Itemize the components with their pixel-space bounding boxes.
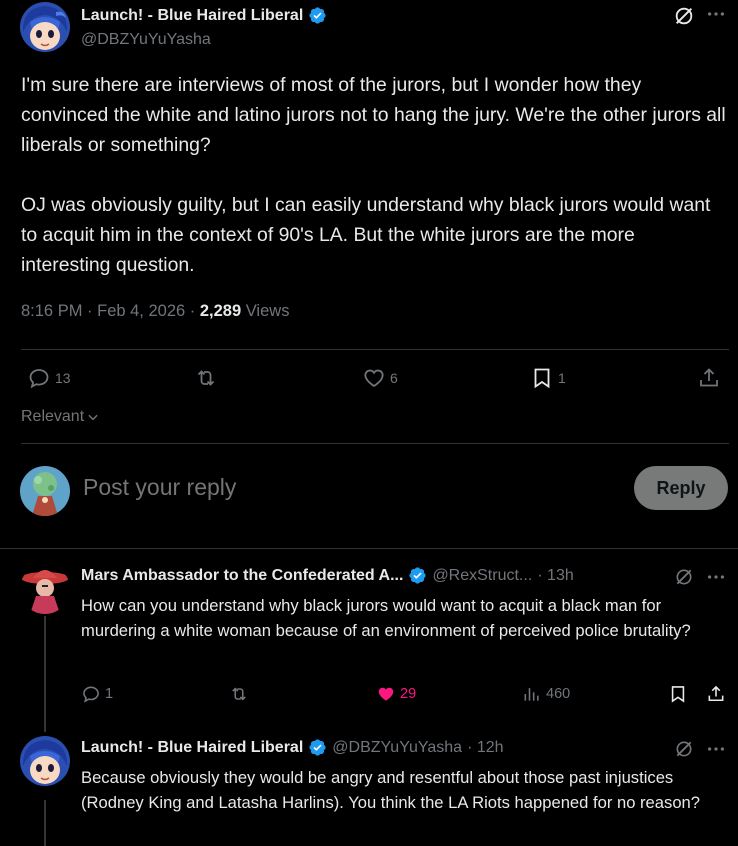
current-user-avatar[interactable] bbox=[20, 466, 70, 516]
share-action[interactable] bbox=[706, 684, 726, 704]
like-count: 29 bbox=[400, 686, 417, 702]
tweet-paragraph-1: I'm sure there are interviews of most of… bbox=[21, 74, 726, 156]
reply-action[interactable]: 1 bbox=[81, 684, 113, 704]
reply-author-name[interactable]: Mars Ambassador to the Confederated A... bbox=[81, 567, 403, 585]
reply-avatar[interactable] bbox=[20, 564, 70, 614]
heart-icon bbox=[378, 687, 394, 701]
bookmark-icon bbox=[534, 368, 550, 389]
views-action[interactable]: 460 bbox=[522, 684, 570, 704]
sort-replies-dropdown[interactable]: Relevant bbox=[21, 408, 100, 426]
thread-line bbox=[44, 616, 46, 732]
reply-author-name[interactable]: Launch! - Blue Haired Liberal bbox=[81, 739, 303, 757]
verified-badge-icon bbox=[309, 7, 326, 24]
grok-icon[interactable] bbox=[674, 567, 694, 587]
divider bbox=[21, 349, 729, 350]
more-options-icon[interactable] bbox=[705, 738, 727, 760]
chevron-down-icon bbox=[88, 414, 98, 421]
tweet-timestamp[interactable]: 8:16 PM · Feb 4, 2026 · bbox=[21, 302, 200, 320]
views-label: Views bbox=[241, 302, 290, 320]
bookmark-action[interactable] bbox=[668, 684, 688, 704]
grok-icon[interactable] bbox=[673, 5, 695, 27]
author-name-row[interactable]: Launch! - Blue Haired Liberal bbox=[81, 6, 327, 25]
grok-icon[interactable] bbox=[674, 739, 694, 759]
author-handle[interactable]: @DBZYuYuYasha bbox=[81, 31, 211, 49]
share-icon bbox=[708, 685, 724, 702]
reply-count: 13 bbox=[55, 370, 71, 386]
tweet-text: I'm sure there are interviews of most of… bbox=[21, 70, 726, 280]
repost-action[interactable] bbox=[229, 684, 249, 704]
bookmark-action[interactable]: 1 bbox=[530, 366, 566, 390]
reply-header: Launch! - Blue Haired Liberal @DBZYuYuYa… bbox=[81, 738, 504, 757]
tweet-paragraph-2: OJ was obviously guilty, but I can easil… bbox=[21, 194, 711, 276]
more-options-icon[interactable] bbox=[705, 566, 727, 588]
share-action[interactable] bbox=[697, 366, 721, 390]
reply-time[interactable]: · 13h bbox=[537, 567, 573, 585]
author-name[interactable]: Launch! - Blue Haired Liberal bbox=[81, 7, 303, 25]
reply-text: Because obviously they would be angry an… bbox=[81, 768, 700, 812]
divider bbox=[0, 548, 738, 549]
repost-icon bbox=[232, 687, 246, 701]
reply-author-handle[interactable]: @DBZYuYuYasha bbox=[332, 739, 462, 757]
author-avatar[interactable] bbox=[20, 2, 70, 52]
reply-avatar[interactable] bbox=[20, 736, 70, 786]
like-action[interactable]: 6 bbox=[362, 366, 398, 390]
sort-label: Relevant bbox=[21, 408, 85, 425]
reply-icon bbox=[29, 369, 49, 389]
bookmark-count: 1 bbox=[558, 370, 566, 386]
views-count: 460 bbox=[546, 686, 571, 702]
tweet-thread-page: Launch! - Blue Haired Liberal @DBZYuYuYa… bbox=[0, 0, 738, 846]
reply-author-handle[interactable]: @RexStruct... bbox=[432, 567, 532, 585]
reply-action[interactable]: 13 bbox=[27, 366, 71, 390]
share-icon bbox=[700, 368, 718, 387]
repost-action[interactable] bbox=[194, 366, 222, 390]
like-action[interactable]: 29 bbox=[376, 684, 416, 704]
views-count: 2,289 bbox=[199, 302, 242, 320]
repost-icon bbox=[197, 370, 215, 386]
heart-icon bbox=[364, 369, 384, 388]
verified-badge-icon bbox=[309, 739, 326, 756]
thread-line bbox=[44, 800, 46, 846]
tweet-meta: 8:16 PM · Feb 4, 2026 · 2,289 Views bbox=[21, 302, 289, 321]
reply-time[interactable]: · 12h bbox=[467, 739, 503, 757]
analytics-icon bbox=[524, 688, 539, 701]
bookmark-icon bbox=[671, 686, 685, 703]
reply-count: 1 bbox=[105, 686, 114, 702]
more-options-icon[interactable] bbox=[705, 3, 727, 25]
reply-button[interactable]: Reply bbox=[634, 466, 728, 510]
verified-badge-icon bbox=[409, 567, 427, 584]
reply-input[interactable] bbox=[83, 474, 603, 501]
divider bbox=[21, 443, 729, 444]
reply-text: How can you understand why black jurors … bbox=[81, 596, 691, 640]
reply-icon bbox=[83, 686, 99, 703]
reply-header: Mars Ambassador to the Confederated A...… bbox=[81, 566, 574, 585]
like-count: 6 bbox=[390, 370, 398, 386]
